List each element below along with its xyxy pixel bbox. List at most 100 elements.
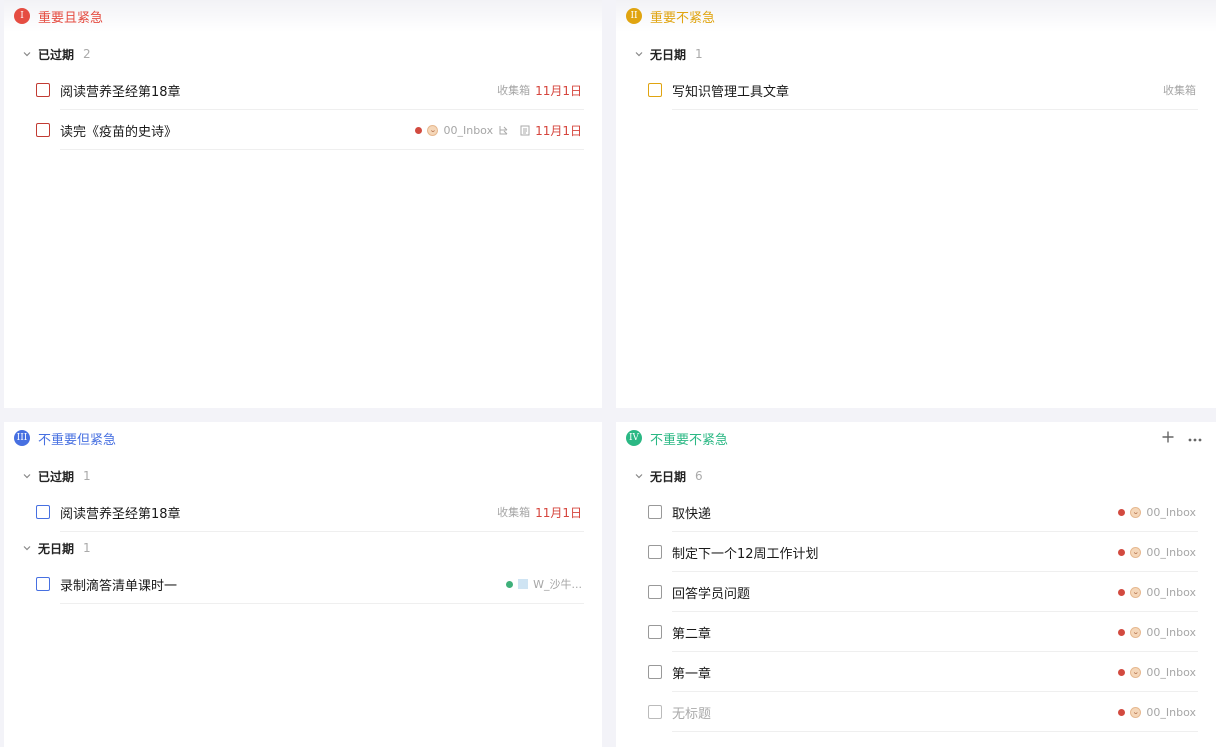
task-checkbox[interactable]	[36, 505, 50, 519]
task-list-name: 00_Inbox	[1146, 545, 1196, 559]
task-list-name: 00_Inbox	[443, 123, 494, 137]
section-overdue[interactable]: 已过期 1	[4, 460, 602, 492]
quadrant-not-important-urgent: III 不重要但紧急 已过期 1 阅读营养圣经第18章 收集箱 11月1日 无日…	[4, 422, 602, 747]
task-checkbox[interactable]	[36, 123, 50, 137]
quadrant-title: 不重要但紧急	[38, 432, 117, 448]
quadrant-not-important-not-urgent: IV 不重要不紧急 无日期 6 取快递 ᴗ 00_Inbox 制定下一个12周工…	[616, 422, 1216, 747]
task-row[interactable]: 回答学员问题 ᴗ 00_Inbox	[616, 572, 1216, 612]
note-icon	[520, 125, 530, 136]
task-title[interactable]: 第二章	[672, 623, 711, 642]
task-due-date: 11月1日	[535, 123, 582, 138]
list-color-dot	[1118, 628, 1126, 636]
quadrant-title: 不重要不紧急	[650, 432, 729, 448]
task-checkbox[interactable]	[36, 83, 50, 97]
section-count: 6	[695, 469, 703, 483]
task-meta: W_沙牛...	[506, 564, 582, 604]
task-title[interactable]: 回答学员问题	[672, 583, 750, 602]
task-row[interactable]: 阅读营养圣经第18章 收集箱 11月1日	[4, 492, 602, 532]
plus-icon[interactable]	[1162, 429, 1174, 447]
task-meta: 收集箱 11月1日	[497, 492, 582, 532]
task-row[interactable]: 录制滴答清单课时一 W_沙牛...	[4, 564, 602, 604]
task-row[interactable]: 阅读营养圣经第18章 收集箱 11月1日	[4, 70, 602, 110]
quadrant-actions	[1162, 422, 1202, 454]
section-no-date[interactable]: 无日期 1	[4, 532, 602, 564]
task-checkbox[interactable]	[648, 83, 662, 97]
task-list-name: W_沙牛...	[533, 578, 582, 591]
task-row[interactable]: 写知识管理工具文章 收集箱	[616, 70, 1216, 110]
doc-icon	[518, 579, 529, 589]
list-color-dot	[1118, 508, 1126, 516]
section-title: 无日期	[650, 469, 687, 484]
task-title[interactable]: 取快递	[672, 503, 711, 522]
task-due-date: 11月1日	[535, 83, 582, 98]
quadrant-header[interactable]: IV 不重要不紧急	[616, 422, 1216, 454]
quadrant-header[interactable]: II 重要不紧急	[616, 0, 1216, 32]
quadrant-important-not-urgent: II 重要不紧急 无日期 1 写知识管理工具文章 收集箱	[616, 0, 1216, 408]
list-color-dot	[1118, 708, 1126, 716]
subtask-icon	[498, 125, 509, 136]
task-row[interactable]: 读完《疫苗的史诗》 ᴗ 00_Inbox 11月1日	[4, 110, 602, 150]
list-color-dot	[1118, 668, 1126, 676]
task-title[interactable]: 读完《疫苗的史诗》	[60, 121, 177, 140]
task-meta: ᴗ 00_Inbox	[1118, 572, 1196, 612]
more-icon[interactable]	[1188, 430, 1202, 446]
task-title[interactable]: 制定下一个12周工作计划	[672, 543, 819, 562]
task-checkbox[interactable]	[648, 545, 662, 559]
task-checkbox[interactable]	[648, 705, 662, 719]
face-icon: ᴗ	[1130, 626, 1142, 638]
section-overdue[interactable]: 已过期 2	[4, 38, 602, 70]
task-checkbox[interactable]	[648, 625, 662, 639]
chevron-down-icon[interactable]	[634, 49, 644, 59]
task-list-name: 00_Inbox	[1146, 505, 1196, 519]
quadrant-title: 重要不紧急	[650, 10, 716, 26]
quadrant-header[interactable]: I 重要且紧急	[4, 0, 602, 32]
task-checkbox[interactable]	[648, 665, 662, 679]
chevron-down-icon[interactable]	[22, 49, 32, 59]
task-meta: ᴗ 00_Inbox	[1118, 612, 1196, 652]
section-count: 1	[695, 47, 703, 61]
face-icon: ᴗ	[1130, 706, 1142, 718]
task-row[interactable]: 第一章 ᴗ 00_Inbox	[616, 652, 1216, 692]
quadrant-badge-icon: III	[14, 430, 30, 446]
task-meta: ᴗ 00_Inbox	[1118, 652, 1196, 692]
task-meta: ᴗ 00_Inbox	[1118, 692, 1196, 732]
list-color-dot	[1118, 588, 1126, 596]
task-list-name: 收集箱	[497, 506, 531, 519]
section-title: 无日期	[38, 541, 75, 556]
chevron-down-icon[interactable]	[22, 543, 32, 553]
task-title[interactable]: 录制滴答清单课时一	[60, 575, 177, 594]
section-title: 无日期	[650, 47, 687, 62]
task-title[interactable]: 阅读营养圣经第18章	[60, 503, 181, 522]
task-title[interactable]: 写知识管理工具文章	[672, 81, 789, 100]
task-row[interactable]: 无标题 ᴗ 00_Inbox	[616, 692, 1216, 732]
task-due-date: 11月1日	[535, 505, 582, 520]
section-no-date[interactable]: 无日期 1	[616, 38, 1216, 70]
face-icon: ᴗ	[1130, 546, 1142, 558]
task-row[interactable]: 取快递 ᴗ 00_Inbox	[616, 492, 1216, 532]
section-title: 已过期	[38, 47, 75, 62]
face-icon: ᴗ	[1130, 666, 1142, 678]
task-meta: ᴗ 00_Inbox	[1118, 492, 1196, 532]
task-title[interactable]: 阅读营养圣经第18章	[60, 81, 181, 100]
task-row[interactable]: 第二章 ᴗ 00_Inbox	[616, 612, 1216, 652]
list-color-dot	[506, 580, 514, 588]
task-title[interactable]: 第一章	[672, 663, 711, 682]
quadrant-title: 重要且紧急	[38, 10, 104, 26]
task-checkbox[interactable]	[648, 585, 662, 599]
face-icon: ᴗ	[1130, 586, 1142, 598]
chevron-down-icon[interactable]	[634, 471, 644, 481]
list-color-dot	[1118, 548, 1126, 556]
task-title[interactable]: 无标题	[672, 703, 711, 722]
task-list-name: 00_Inbox	[1146, 705, 1196, 719]
quadrant-header[interactable]: III 不重要但紧急	[4, 422, 602, 454]
quadrant-badge-icon: IV	[626, 430, 642, 446]
task-list-name: 收集箱	[497, 84, 531, 97]
quadrant-important-urgent: I 重要且紧急 已过期 2 阅读营养圣经第18章 收集箱 11月1日 读完《疫苗…	[4, 0, 602, 408]
quadrant-badge-icon: II	[626, 8, 642, 24]
task-row[interactable]: 制定下一个12周工作计划 ᴗ 00_Inbox	[616, 532, 1216, 572]
quadrant-badge-icon: I	[14, 8, 30, 24]
section-no-date[interactable]: 无日期 6	[616, 460, 1216, 492]
task-checkbox[interactable]	[648, 505, 662, 519]
chevron-down-icon[interactable]	[22, 471, 32, 481]
task-checkbox[interactable]	[36, 577, 50, 591]
